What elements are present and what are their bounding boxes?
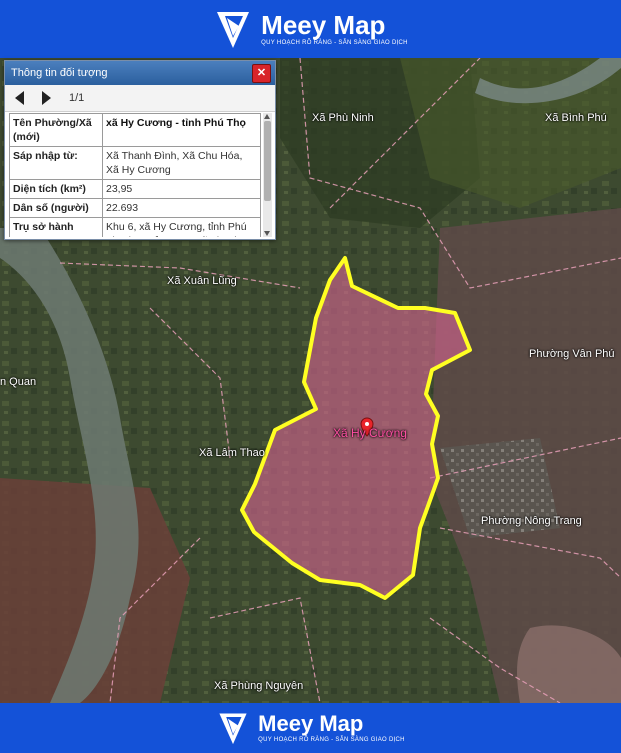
brand-name: Meey Map xyxy=(261,10,386,40)
map-label-van-phu: Phường Vân Phú xyxy=(529,348,615,360)
row-value: Khu 6, xã Hy Cương, tỉnh Phú Thọ (Trụ sở… xyxy=(102,217,261,237)
close-icon: ✕ xyxy=(256,67,267,79)
brand-tagline: QUY HOẠCH RÕ RÀNG - SẴN SÀNG GIAO DỊCH xyxy=(258,737,405,743)
scroll-thumb[interactable] xyxy=(264,121,271,201)
map-label-nong-trang: Phường Nông Trang xyxy=(481,515,582,527)
map-label-xuan-lung: Xã Xuân Lũng xyxy=(167,275,237,287)
bottom-brand-bar: Meey Map QUY HOẠCH RÕ RÀNG - SẴN SÀNG GI… xyxy=(0,703,621,753)
top-brand-bar: Meey Map QUY HOẠCH RÕ RÀNG - SẴN SÀNG GI… xyxy=(0,0,621,58)
prev-arrow-icon[interactable] xyxy=(15,91,24,105)
meey-logo-icon xyxy=(217,12,250,48)
row-value: 23,95 xyxy=(102,179,261,199)
info-table-container[interactable]: Tên Phường/Xã (mới) xã Hy Cương - tỉnh P… xyxy=(9,113,261,237)
map-label-focus: Xã Hy Cương xyxy=(333,426,407,440)
table-row: Dân số (người) 22.693 xyxy=(9,198,261,218)
brand-tagline: QUY HOẠCH RÕ RÀNG - SẴN SÀNG GIAO DỊCH xyxy=(261,40,408,46)
next-arrow-icon[interactable] xyxy=(42,91,51,105)
map-label-lam-thao: Xã Lâm Thao xyxy=(199,447,265,459)
scroll-down-icon[interactable] xyxy=(264,231,270,236)
row-value: xã Hy Cương - tỉnh Phú Thọ xyxy=(102,113,261,147)
panel-title: Thông tin đối tượng xyxy=(11,67,108,79)
panel-scrollbar[interactable] xyxy=(263,113,272,237)
scroll-up-icon[interactable] xyxy=(264,114,270,119)
map-label-phu-ninh: Xã Phù Ninh xyxy=(312,112,374,124)
meey-logo-icon xyxy=(219,713,247,745)
info-table: Tên Phường/Xã (mới) xã Hy Cương - tỉnh P… xyxy=(9,113,261,237)
row-key: Tên Phường/Xã (mới) xyxy=(9,113,103,147)
object-info-panel: Thông tin đối tượng ✕ 1/1 Tên Phường/Xã … xyxy=(4,60,276,240)
map-label-quan: n Quan xyxy=(0,376,37,388)
table-row: Diện tích (km²) 23,95 xyxy=(9,179,261,199)
map-label-binh-phu: Xã Bình Phú xyxy=(545,112,607,124)
table-row: Trụ sở hành Khu 6, xã Hy Cương, tỉnh Phú… xyxy=(9,217,261,237)
pager-count: 1/1 xyxy=(69,92,85,104)
row-value: Xã Thanh Đình, Xã Chu Hóa, Xã Hy Cương xyxy=(102,146,261,180)
panel-header: Thông tin đối tượng ✕ xyxy=(5,61,275,85)
pager: 1/1 xyxy=(5,85,275,112)
close-button[interactable]: ✕ xyxy=(252,64,271,83)
table-row: Tên Phường/Xã (mới) xã Hy Cương - tỉnh P… xyxy=(9,113,261,147)
row-key: Sáp nhập từ: xyxy=(9,146,103,180)
brand-logo: Meey Map QUY HOẠCH RÕ RÀNG - SẴN SÀNG GI… xyxy=(213,8,408,50)
row-key: Diện tích (km²) xyxy=(9,179,103,199)
table-row: Sáp nhập từ: Xã Thanh Đình, Xã Chu Hóa, … xyxy=(9,146,261,180)
row-key: Dân số (người) xyxy=(9,198,103,218)
brand-name: Meey Map xyxy=(258,711,364,736)
brand-logo-bottom: Meey Map QUY HOẠCH RÕ RÀNG - SẴN SÀNG GI… xyxy=(216,710,405,746)
row-key: Trụ sở hành xyxy=(9,217,103,237)
row-value: 22.693 xyxy=(102,198,261,218)
map-label-phung-nguyen: Xã Phùng Nguyên xyxy=(214,680,304,692)
